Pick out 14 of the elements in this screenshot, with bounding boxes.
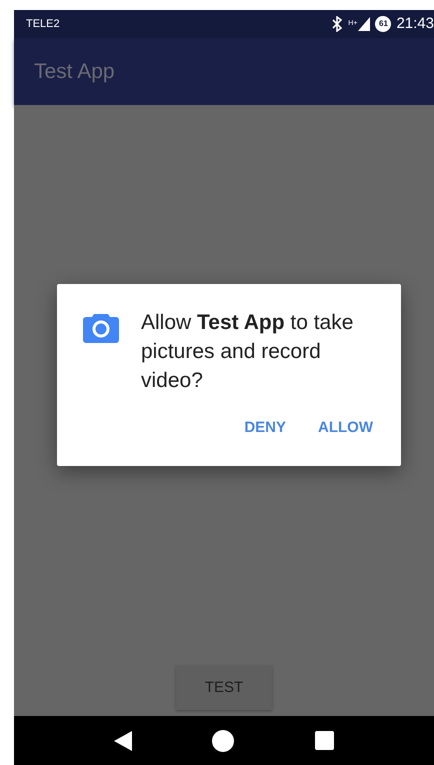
back-icon[interactable]: [114, 730, 132, 750]
permission-message: Allow Test App to take pictures and record video?: [141, 310, 354, 394]
clock-time: 21:43: [396, 14, 434, 34]
signal-icon: [358, 17, 370, 31]
battery-level: 61: [375, 16, 392, 32]
test-button[interactable]: TEST: [176, 666, 272, 710]
app-title: Test App: [34, 58, 115, 85]
bluetooth-icon: [331, 16, 344, 32]
dialog-button[interactable]: DENY: [236, 411, 294, 446]
dialog-button[interactable]: ALLOW: [310, 411, 381, 446]
home-icon[interactable]: [212, 730, 234, 752]
recents-icon[interactable]: [314, 731, 334, 750]
carrier-name: TELE2: [26, 16, 60, 32]
camera-icon: [83, 311, 119, 343]
